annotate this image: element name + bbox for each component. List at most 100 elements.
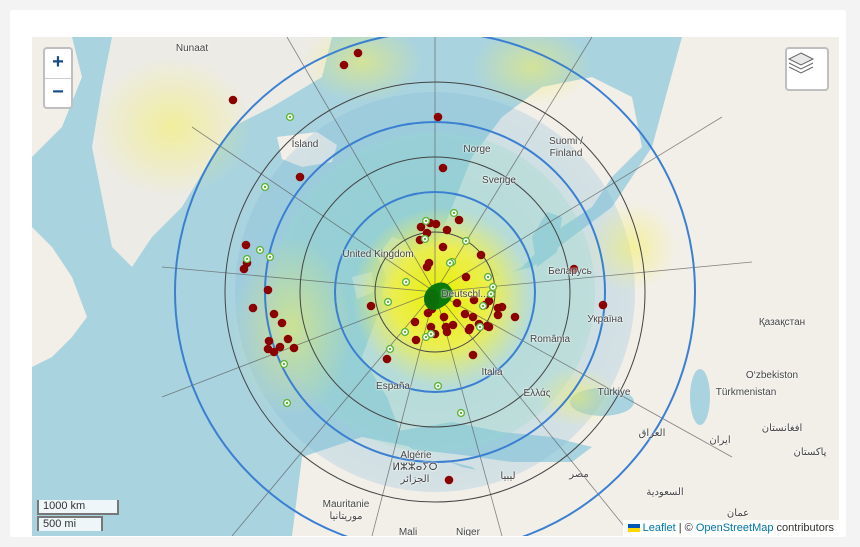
station-marker[interactable]: [460, 309, 470, 319]
spot-marker-dot: [403, 330, 407, 334]
attribution: Leaflet | © OpenStreetMap contributors: [622, 520, 839, 536]
map-label-ellas: Ελλάς: [523, 388, 551, 399]
spot-marker-dot: [388, 347, 392, 351]
station-marker[interactable]: [382, 354, 392, 364]
map-label-kazakhstan: Қазақстан: [758, 317, 806, 328]
osm-link[interactable]: OpenStreetMap: [696, 522, 774, 534]
station-marker[interactable]: [461, 272, 471, 282]
map-label-mauritanie1: Mauritanie: [322, 499, 370, 510]
spot-marker-dot: [481, 304, 485, 308]
station-marker[interactable]: [433, 112, 443, 122]
station-marker[interactable]: [476, 250, 486, 260]
spot-marker-dot: [288, 115, 292, 119]
spot-marker-dot: [491, 285, 495, 289]
station-marker[interactable]: [422, 262, 432, 272]
map-label-iran: ایران: [709, 435, 731, 446]
station-marker[interactable]: [228, 95, 238, 105]
station-marker[interactable]: [598, 300, 608, 310]
station-marker[interactable]: [277, 318, 287, 328]
station-marker[interactable]: [468, 350, 478, 360]
attribution-suffix: contributors: [773, 522, 834, 534]
map-label-afghan: افغانستان: [761, 423, 803, 434]
map-label-oman: عمان: [726, 508, 750, 519]
spot-marker-dot: [263, 185, 267, 189]
spot-marker-dot: [245, 257, 249, 261]
spot-marker-dot: [478, 325, 482, 329]
spot-marker-dot: [486, 275, 490, 279]
station-marker[interactable]: [410, 317, 420, 327]
station-marker[interactable]: [263, 285, 273, 295]
map-view[interactable]: Nunaat Ísland Norge Suomi / Finland Sverige Un…: [32, 37, 839, 536]
leaflet-link[interactable]: Leaflet: [643, 522, 676, 534]
station-marker[interactable]: [442, 327, 452, 337]
attribution-separator: | ©: [675, 522, 696, 534]
ukraine-flag-icon: [627, 524, 640, 533]
station-marker[interactable]: [366, 301, 376, 311]
map-label-algerie1: Algérie: [400, 450, 432, 461]
map-label-uk: United Kingdom: [342, 249, 414, 260]
spot-marker-dot: [386, 300, 390, 304]
spot-marker-dot: [464, 239, 468, 243]
station-marker[interactable]: [468, 312, 478, 322]
map-label-misr: مصر: [569, 469, 589, 480]
spot-marker-dot: [459, 411, 463, 415]
station-marker[interactable]: [444, 475, 454, 485]
station-marker[interactable]: [465, 323, 475, 333]
map-label-algerie3: الجزائر: [400, 474, 430, 485]
map-label-uzbek: O‘zbekiston: [745, 370, 799, 381]
station-marker[interactable]: [353, 48, 363, 58]
map-label-ukraina: Україна: [587, 314, 623, 325]
station-marker[interactable]: [283, 334, 293, 344]
zoom-out-button[interactable]: −: [45, 79, 71, 108]
map-label-algerie2: ⵍⵣⵣⴰⵢⵔ: [392, 462, 438, 473]
map-label-turkmen: Türkmenistan: [715, 387, 777, 398]
map-label-sverige: Sverige: [482, 175, 516, 186]
station-marker[interactable]: [439, 312, 449, 322]
spot-marker-dot: [268, 255, 272, 259]
map-label-iraq: العراق: [638, 428, 666, 439]
spot-marker-dot: [424, 335, 428, 339]
station-marker[interactable]: [241, 240, 251, 250]
map-label-mali: Mali: [398, 527, 418, 536]
map-label-italia: Italia: [481, 367, 503, 378]
station-marker[interactable]: [493, 310, 503, 320]
station-marker[interactable]: [484, 322, 494, 332]
spot-marker-dot: [258, 248, 262, 252]
map-label-norge: Norge: [463, 144, 491, 155]
spot-marker-dot: [448, 261, 452, 265]
station-marker[interactable]: [248, 303, 258, 313]
spot-marker-dot: [424, 219, 428, 223]
station-marker[interactable]: [269, 347, 279, 357]
map-label-espana: España: [376, 381, 410, 392]
map-label-deutsch: Deutschl...: [441, 289, 489, 300]
station-marker[interactable]: [339, 60, 349, 70]
map-label-suomi2: Finland: [549, 148, 583, 159]
scale-mi: 500 mi: [37, 516, 103, 531]
scale-bar: 1000 km 500 mi: [37, 500, 119, 531]
station-marker[interactable]: [438, 242, 448, 252]
station-marker[interactable]: [411, 335, 421, 345]
spot-marker-dot: [489, 292, 493, 296]
layers-button[interactable]: [785, 47, 829, 91]
station-marker[interactable]: [431, 219, 441, 229]
station-marker[interactable]: [289, 343, 299, 353]
spot-marker-dot: [285, 401, 289, 405]
station-marker[interactable]: [295, 172, 305, 182]
station-marker[interactable]: [438, 163, 448, 173]
spot-marker-dot: [429, 332, 433, 336]
station-marker[interactable]: [510, 312, 520, 322]
map-label-suomi1: Suomi /: [549, 136, 583, 147]
station-marker[interactable]: [442, 225, 452, 235]
map-label-niger: Niger: [456, 527, 480, 536]
map-label-belarus: Беларусь: [548, 266, 592, 277]
station-marker[interactable]: [454, 215, 464, 225]
spot-marker-dot: [423, 237, 427, 241]
map-label-saudi: السعودية: [646, 487, 684, 498]
map-label-mauritanie2: موريتانيا: [329, 511, 363, 522]
zoom-control: + −: [43, 47, 73, 109]
station-marker[interactable]: [264, 336, 274, 346]
map-label-island: Ísland: [291, 139, 319, 150]
station-marker[interactable]: [423, 308, 433, 318]
zoom-in-button[interactable]: +: [45, 49, 71, 79]
station-marker[interactable]: [269, 309, 279, 319]
